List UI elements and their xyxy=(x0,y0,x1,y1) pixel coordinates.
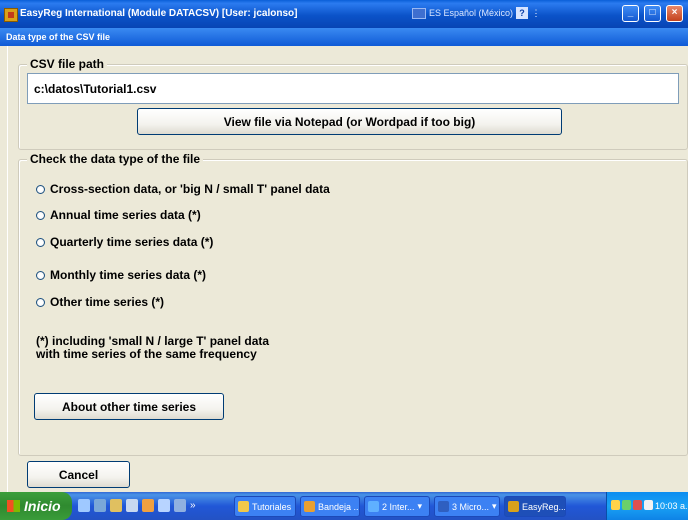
window-titlebar[interactable]: EasyReg International (Module DATACSV) [… xyxy=(0,0,688,28)
minimize-button[interactable]: _ xyxy=(622,5,639,22)
window-title: EasyReg International (Module DATACSV) [… xyxy=(20,8,298,19)
start-label: Inicio xyxy=(24,498,61,514)
clock[interactable]: 10:03 a.m. xyxy=(655,501,688,511)
outlook-icon[interactable] xyxy=(142,499,154,512)
back-arrow-icon[interactable] xyxy=(78,499,90,512)
about-time-series-button[interactable]: About other time series xyxy=(34,393,224,420)
language-flag-icon xyxy=(412,7,426,19)
word-icon xyxy=(438,501,449,512)
task-label: Tutoriales xyxy=(252,501,292,512)
radio-cross-section[interactable]: Cross-section data, or 'big N / small T'… xyxy=(36,181,330,197)
system-tray: 10:03 a.m. xyxy=(606,492,688,520)
taskbar: Inicio » Tutoriales Bandeja ... 2 Inter.… xyxy=(0,492,688,520)
task-label: EasyReg... xyxy=(522,501,566,512)
chevron-down-icon: ▾ xyxy=(417,501,423,511)
radio-monthly[interactable]: Monthly time series data (*) xyxy=(36,267,206,283)
quick-launch: » xyxy=(78,499,196,512)
folder-icon xyxy=(238,501,249,512)
language-options-icon[interactable]: ⋮ xyxy=(531,7,541,19)
cd-icon[interactable] xyxy=(126,499,138,512)
task-label: 2 Inter... xyxy=(382,501,415,512)
task-tutoriales[interactable]: Tutoriales xyxy=(234,496,296,517)
radio-quarterly[interactable]: Quarterly time series data (*) xyxy=(36,234,213,250)
arrow-icon[interactable] xyxy=(158,499,170,512)
time-series-note: (*) including 'small N / large T' panel … xyxy=(36,334,270,361)
radio-button[interactable] xyxy=(36,297,45,307)
outlook-icon xyxy=(304,501,315,512)
tray-app-icon[interactable] xyxy=(622,500,631,510)
network-icon[interactable] xyxy=(94,499,106,512)
tray-security-icon[interactable] xyxy=(633,500,642,510)
dialog-titlebar: Data type of the CSV file xyxy=(0,28,688,46)
easyreg-app-icon[interactable] xyxy=(4,8,18,22)
radio-label[interactable]: Monthly time series data (*) xyxy=(50,268,206,282)
chevron-down-icon: ▾ xyxy=(492,501,497,511)
task-label: Bandeja ... xyxy=(318,501,360,512)
task-microsoft[interactable]: 3 Micro... ▾ xyxy=(434,496,500,517)
radio-button[interactable] xyxy=(36,237,45,247)
language-help-icon[interactable]: ? xyxy=(516,7,529,19)
csv-path-input[interactable] xyxy=(27,73,679,104)
windows-flag-icon xyxy=(7,500,20,512)
csv-path-legend: CSV file path xyxy=(27,57,108,71)
start-button[interactable]: Inicio xyxy=(0,492,72,520)
radio-button[interactable] xyxy=(36,210,45,220)
language-label[interactable]: ES Español (México) xyxy=(429,8,513,18)
maximize-button[interactable]: □ xyxy=(644,5,661,22)
cancel-button[interactable]: Cancel xyxy=(27,461,130,488)
pin-icon[interactable] xyxy=(110,499,122,512)
tray-volume-icon[interactable] xyxy=(644,500,653,510)
tray-chevron-icon[interactable] xyxy=(611,500,620,510)
task-bandeja[interactable]: Bandeja ... xyxy=(300,496,360,517)
quick-launch-overflow[interactable]: » xyxy=(190,499,196,512)
radio-button[interactable] xyxy=(36,184,45,194)
radio-label[interactable]: Other time series (*) xyxy=(50,295,164,309)
radio-button[interactable] xyxy=(36,270,45,280)
ie-icon xyxy=(368,501,379,512)
radio-label[interactable]: Cross-section data, or 'big N / small T'… xyxy=(50,182,330,196)
close-button[interactable]: × xyxy=(666,5,683,22)
radio-other[interactable]: Other time series (*) xyxy=(36,294,164,310)
radio-annual[interactable]: Annual time series data (*) xyxy=(36,207,201,223)
language-bar[interactable]: ES Español (México) ? ⋮ xyxy=(412,5,541,21)
view-file-button[interactable]: View file via Notepad (or Wordpad if too… xyxy=(137,108,562,135)
radio-label[interactable]: Quarterly time series data (*) xyxy=(50,235,213,249)
data-type-legend: Check the data type of the file xyxy=(27,152,204,166)
task-label: 3 Micro... xyxy=(452,501,490,512)
radio-label[interactable]: Annual time series data (*) xyxy=(50,208,201,222)
task-internet[interactable]: 2 Inter... ▾ xyxy=(364,496,430,517)
dialog-title: Data type of the CSV file xyxy=(6,32,111,42)
task-easyreg[interactable]: EasyReg... xyxy=(504,496,566,517)
easyreg-icon xyxy=(508,501,519,512)
misc-icon[interactable] xyxy=(174,499,186,512)
